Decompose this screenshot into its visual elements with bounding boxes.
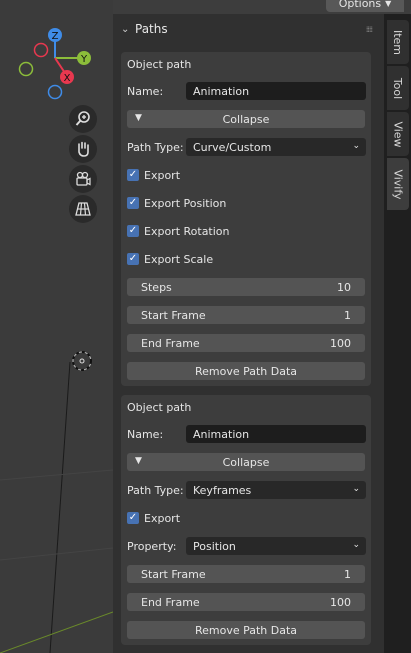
tab-label: Vivify <box>391 168 405 200</box>
grid-icon <box>75 202 91 216</box>
gizmo-z-label: Z <box>52 31 59 42</box>
tab-tool[interactable]: Tool <box>387 66 409 110</box>
zoom-button[interactable] <box>69 105 97 133</box>
axis-gizmo[interactable]: Z Y X <box>10 22 100 102</box>
3d-cursor-icon[interactable] <box>70 349 94 373</box>
remove-path-data-label: Remove Path Data <box>194 623 298 637</box>
field-label: End Frame <box>141 336 200 350</box>
tab-label: View <box>391 120 405 148</box>
paths-panel-title: Paths <box>135 22 168 36</box>
chevron-down-icon: ⌄ <box>352 484 360 494</box>
export-scale-checkbox[interactable]: ✓ Export Scale <box>127 250 213 268</box>
tab-view[interactable]: View <box>387 112 409 156</box>
chevron-down-icon: ▼ <box>385 0 392 8</box>
camera-icon <box>76 171 91 186</box>
remove-path-data-button[interactable]: Remove Path Data <box>127 362 365 380</box>
checkmark-icon: ✓ <box>127 225 139 237</box>
triangle-down-icon: ▼ <box>135 456 142 466</box>
checkbox-label: Export Rotation <box>144 224 230 238</box>
collapse-button[interactable]: ▼ Collapse <box>127 110 365 128</box>
path-type-value: Keyframes <box>193 483 252 497</box>
ortho-toggle-button[interactable] <box>69 195 97 223</box>
options-label: Options <box>338 0 382 10</box>
triangle-down-icon: ▼ <box>135 113 142 123</box>
collapse-button[interactable]: ▼ Collapse <box>127 453 365 471</box>
path-type-value: Curve/Custom <box>193 140 272 154</box>
pan-button[interactable] <box>69 135 97 163</box>
remove-path-data-button[interactable]: Remove Path Data <box>127 621 365 639</box>
field-label: Start Frame <box>141 567 206 581</box>
name-label: Name: <box>127 428 164 441</box>
3d-viewport[interactable]: Z Y X <box>0 0 113 653</box>
checkmark-icon: ✓ <box>127 197 139 209</box>
checkbox-label: Export Scale <box>144 252 214 266</box>
end-frame-field[interactable]: End Frame 100 <box>127 334 365 352</box>
drag-handle-icon[interactable]: ⁞⁞⁞⁞ <box>366 25 373 34</box>
path-type-select[interactable]: Keyframes ⌄ <box>186 481 366 499</box>
collapse-label: Collapse <box>222 455 270 469</box>
field-value: 10 <box>337 280 351 294</box>
property-label: Property: <box>127 540 177 553</box>
export-rotation-checkbox[interactable]: ✓ Export Rotation <box>127 222 230 240</box>
checkbox-label: Export Position <box>144 196 227 210</box>
tab-vivify[interactable]: Vivify <box>387 158 409 210</box>
paths-panel-header[interactable]: ⌄ Paths ⁞⁞⁞⁞ <box>113 18 384 40</box>
checkbox-label: Export <box>144 511 181 525</box>
collapse-label: Collapse <box>222 112 270 126</box>
tab-label: Tool <box>391 77 405 99</box>
field-value: 100 <box>330 336 351 350</box>
tab-label: Item <box>391 29 405 55</box>
checkbox-label: Export <box>144 168 181 182</box>
object-path-heading: Object path <box>127 58 192 71</box>
checkmark-icon: ✓ <box>127 512 139 524</box>
name-field[interactable]: Animation <box>186 82 366 100</box>
start-frame-field[interactable]: Start Frame 1 <box>127 565 365 583</box>
camera-view-button[interactable] <box>69 165 97 193</box>
end-frame-field[interactable]: End Frame 100 <box>127 593 365 611</box>
field-value: 1 <box>344 308 351 322</box>
name-field[interactable]: Animation <box>186 425 366 443</box>
object-path-box-2: Object path Name: Animation ▼ Collapse P… <box>121 395 371 645</box>
object-path-box-1: Object path Name: Animation ▼ Collapse P… <box>121 52 371 386</box>
checkmark-icon: ✓ <box>127 253 139 265</box>
chevron-down-icon: ⌄ <box>352 540 360 550</box>
path-type-select[interactable]: Curve/Custom ⌄ <box>186 138 366 156</box>
field-label: Start Frame <box>141 308 206 322</box>
gizmo-y-label: Y <box>80 54 88 65</box>
object-path-heading: Object path <box>127 401 192 414</box>
chevron-down-icon: ⌄ <box>121 23 130 35</box>
tab-item[interactable]: Item <box>387 20 409 64</box>
path-type-label: Path Type: <box>127 141 184 154</box>
field-label: Steps <box>141 280 172 294</box>
options-dropdown[interactable]: Options ▼ <box>326 0 404 12</box>
export-checkbox[interactable]: ✓ Export <box>127 509 180 527</box>
zoom-icon <box>75 111 90 126</box>
export-checkbox[interactable]: ✓ Export <box>127 166 180 184</box>
checkmark-icon: ✓ <box>127 169 139 181</box>
field-value: 100 <box>330 595 351 609</box>
field-value: 1 <box>344 567 351 581</box>
gizmo-x-label: X <box>64 73 71 84</box>
property-select[interactable]: Position ⌄ <box>186 537 366 555</box>
steps-field[interactable]: Steps 10 <box>127 278 365 296</box>
export-position-checkbox[interactable]: ✓ Export Position <box>127 194 226 212</box>
field-label: End Frame <box>141 595 200 609</box>
property-value: Position <box>193 539 236 553</box>
path-type-label: Path Type: <box>127 484 184 497</box>
chevron-down-icon: ⌄ <box>352 141 360 151</box>
remove-path-data-label: Remove Path Data <box>194 364 298 378</box>
hand-icon <box>78 141 89 157</box>
name-label: Name: <box>127 85 164 98</box>
sidebar-tab-strip: Item Tool View Vivify <box>384 14 411 653</box>
start-frame-field[interactable]: Start Frame 1 <box>127 306 365 324</box>
